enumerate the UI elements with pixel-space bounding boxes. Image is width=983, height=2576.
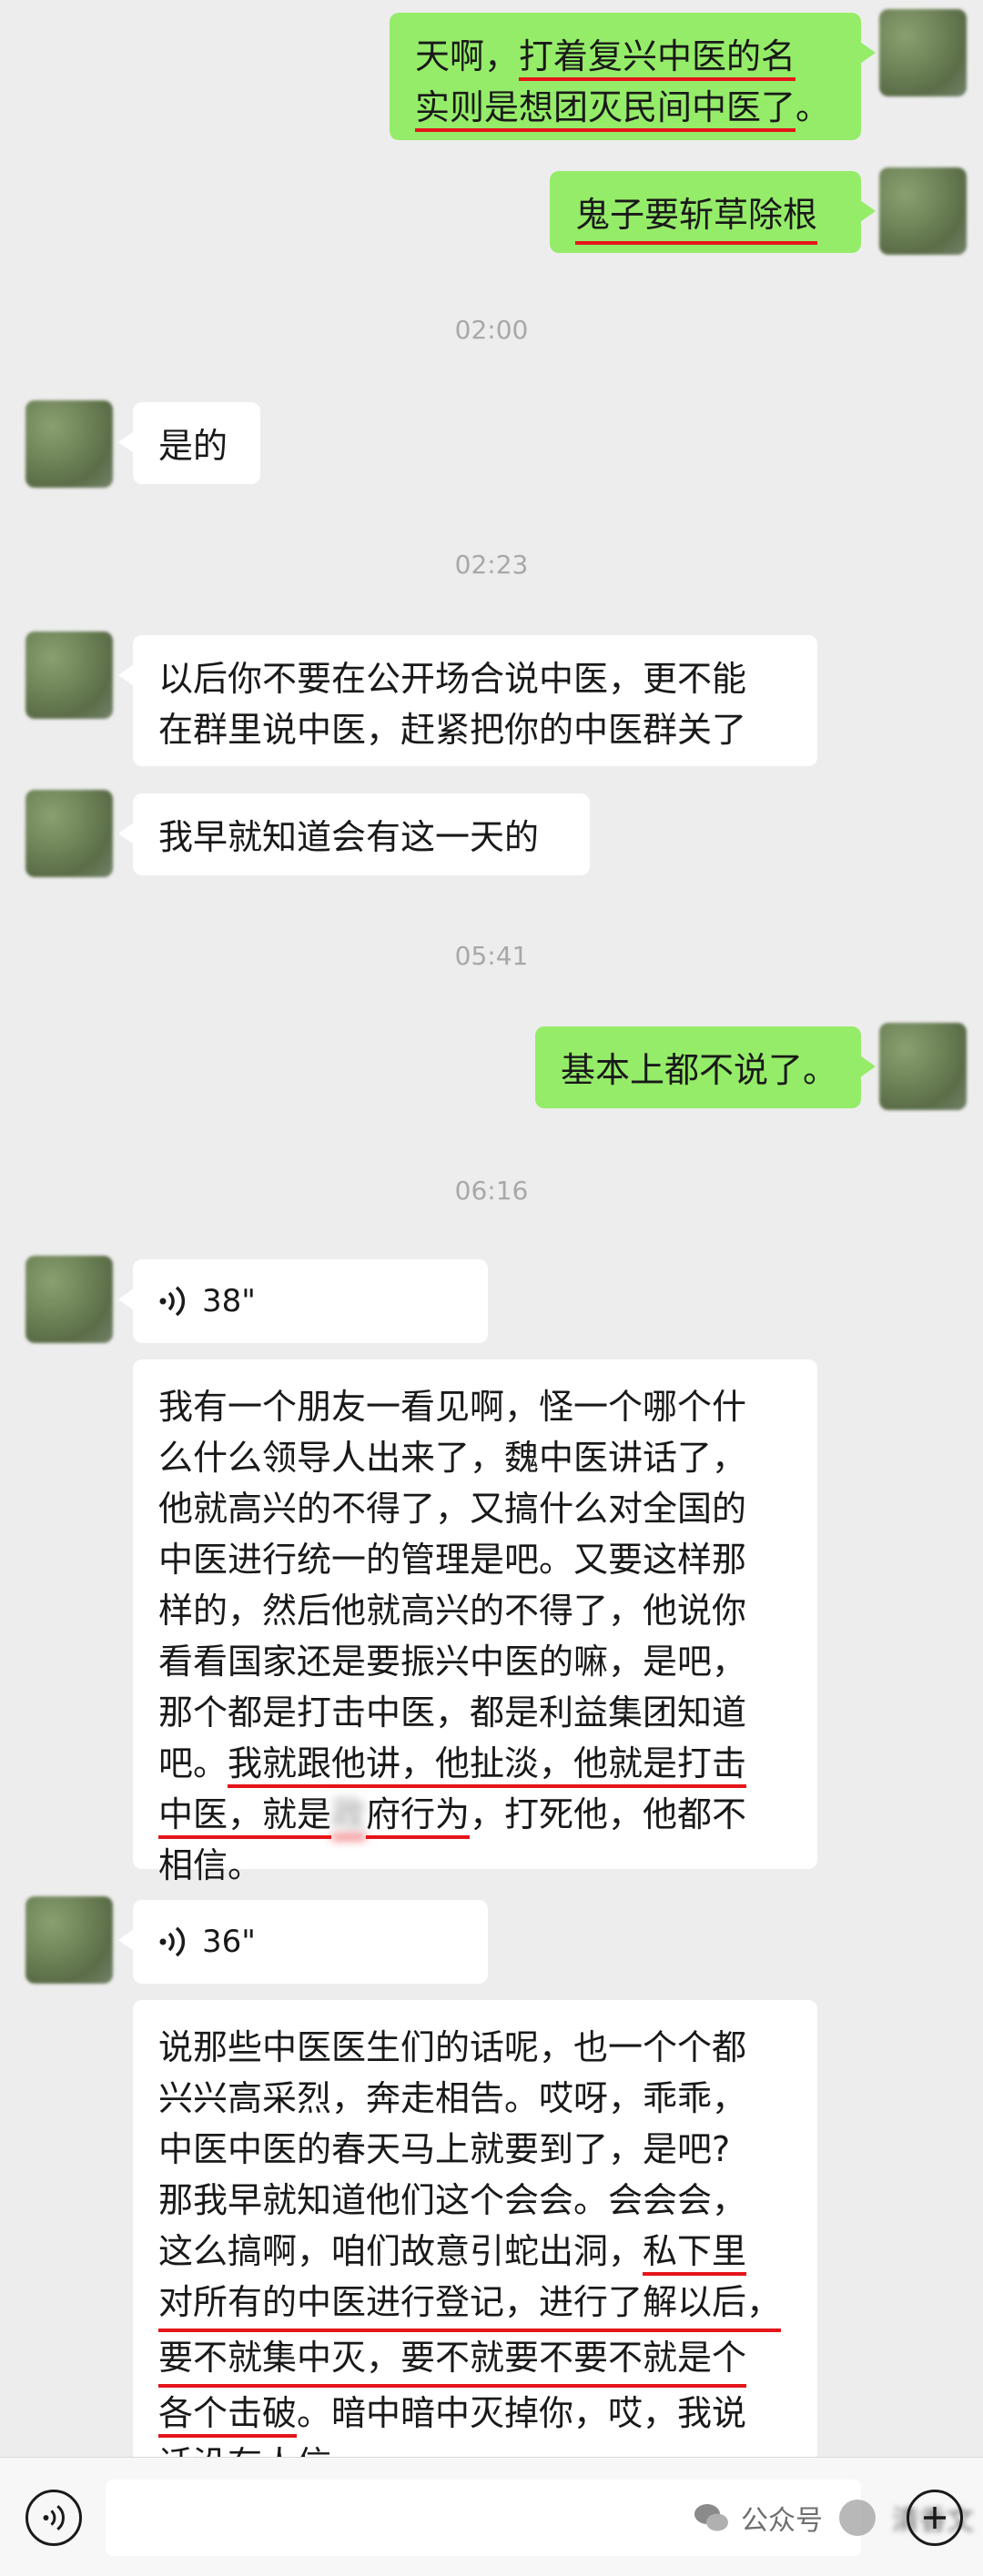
timestamp: 05:41 xyxy=(454,941,529,971)
message-text: 是的 xyxy=(158,426,228,466)
voice-wave-icon xyxy=(159,1286,186,1317)
message-text: 中医进行统一的管理是吧。又要这样那 xyxy=(158,1540,747,1580)
message-text: 相信。 xyxy=(158,1845,263,1885)
wechat-logo-icon xyxy=(694,2504,728,2531)
underlined-text: 要不就集中灭，要不就要不要不就是个 xyxy=(158,2332,747,2388)
message-text: 。暗中暗中灭掉你，哎，我说 xyxy=(297,2393,747,2433)
message-text: 那个都是打击中医，都是利益集团知道 xyxy=(158,1692,747,1732)
self-avatar[interactable] xyxy=(879,9,967,96)
message-text: 中医中医的春天马上就要到了，是吧? xyxy=(158,2129,731,2169)
voice-duration: 38" xyxy=(202,1283,256,1319)
voice-transcript[interactable]: 我有一个朋友一看见啊，怪一个哪个什 么什么领导人出来了，魏中医讲话了， 他就高兴… xyxy=(133,1359,817,1885)
message-text: 天啊， xyxy=(415,36,520,76)
underlined-text: 我就跟他讲，他扯淡，他就是打击 xyxy=(228,1743,747,1788)
message-bubble-out[interactable]: 天啊，打着复兴中医的名 实则是想团灭民间中医了。 xyxy=(390,13,876,140)
message-text: 他就高兴的不得了，又搞什么对全国的 xyxy=(158,1489,747,1529)
message-text: 。 xyxy=(796,87,831,127)
voice-wave-icon xyxy=(159,1926,186,1957)
chat-area: 天啊，打着复兴中医的名 实则是想团灭民间中医了。 鬼子要斩草除根 02:00 是… xyxy=(0,0,983,2484)
contact-avatar[interactable] xyxy=(25,1256,113,1343)
account-avatar-icon xyxy=(839,2500,876,2536)
message-text: 兴兴高采烈，奔走相告。哎呀，乖乖， xyxy=(158,2078,747,2118)
underlined-text: 打着复兴中医的名 xyxy=(519,36,796,81)
message-bubble-out[interactable]: 鬼子要斩草除根 xyxy=(550,171,876,253)
message-bubble-in[interactable]: 我早就知道会有这一天的 xyxy=(118,793,590,875)
message-text: 基本上都不说了。 xyxy=(561,1050,838,1090)
voice-duration: 36" xyxy=(202,1924,256,1960)
message-text: 看看国家还是要振兴中医的嘛，是吧， xyxy=(158,1642,747,1682)
message-bubble-in[interactable]: 是的 xyxy=(118,402,260,484)
contact-avatar[interactable] xyxy=(25,400,113,488)
message-bubble-in[interactable]: 以后你不要在公开场合说中医，更不能 在群里说中医，赶紧把你的中医群关了 xyxy=(118,635,817,766)
underlined-text: 私下里 xyxy=(643,2231,747,2276)
underlined-text: 鬼子要斩草除根 xyxy=(575,189,818,245)
message-text: 这么搞啊，咱们故意引蛇出洞， xyxy=(158,2231,644,2271)
message-text: 在群里说中医，赶紧把你的中医群关了 xyxy=(158,710,747,750)
timestamp: 02:00 xyxy=(454,315,529,345)
self-avatar[interactable] xyxy=(879,1023,967,1110)
message-text: 吧。 xyxy=(158,1743,228,1783)
redacted-text: 政 xyxy=(331,1794,367,1839)
voice-input-button[interactable] xyxy=(25,2490,82,2546)
voice-transcript[interactable]: 说那些中医医生们的话呢，也一个个都 兴兴高采烈，奔走相告。哎呀，乖乖， 中医中医… xyxy=(133,2000,817,2484)
voice-message[interactable]: 36" xyxy=(118,1900,488,1984)
contact-avatar[interactable] xyxy=(25,1896,113,1984)
message-text: 那我早就知道他们这个会会。会会会， xyxy=(158,2180,747,2220)
input-bar: 公众号 清香文 xyxy=(0,2457,983,2576)
self-avatar[interactable] xyxy=(879,167,967,255)
underlined-text: 各个击破 xyxy=(158,2393,298,2438)
plus-icon xyxy=(924,2507,946,2529)
voice-input-icon xyxy=(43,2505,65,2531)
message-text: 以后你不要在公开场合说中医，更不能 xyxy=(158,659,747,699)
timestamp: 02:23 xyxy=(454,550,529,580)
message-text: 我有一个朋友一看见啊，怪一个哪个什 xyxy=(158,1387,747,1427)
timestamp: 06:16 xyxy=(454,1176,529,1206)
underlined-text: 府行为 xyxy=(366,1794,471,1839)
contact-avatar[interactable] xyxy=(25,631,113,719)
underlined-text: 实则是想团灭民间中医了 xyxy=(415,87,796,132)
message-text: 样的，然后他就高兴的不得了，他说你 xyxy=(158,1591,747,1631)
message-text: 我早就知道会有这一天的 xyxy=(158,817,540,857)
voice-message[interactable]: 38" xyxy=(118,1259,488,1343)
more-button[interactable] xyxy=(907,2490,963,2546)
message-bubble-out[interactable]: 基本上都不说了。 xyxy=(535,1026,876,1108)
underlined-text: 中医，就是 xyxy=(158,1794,332,1839)
contact-avatar[interactable] xyxy=(25,790,113,877)
underlined-text: 对所有的中医进行登记，进行了解以后， xyxy=(158,2277,782,2332)
message-text: 么什么领导人出来了，魏中医讲话了， xyxy=(158,1438,747,1478)
message-text: ，打死他，他都不 xyxy=(470,1794,747,1834)
watermark-text: 公众号 xyxy=(741,2505,823,2537)
message-text: 说那些中医医生们的话呢，也一个个都 xyxy=(158,2027,747,2067)
